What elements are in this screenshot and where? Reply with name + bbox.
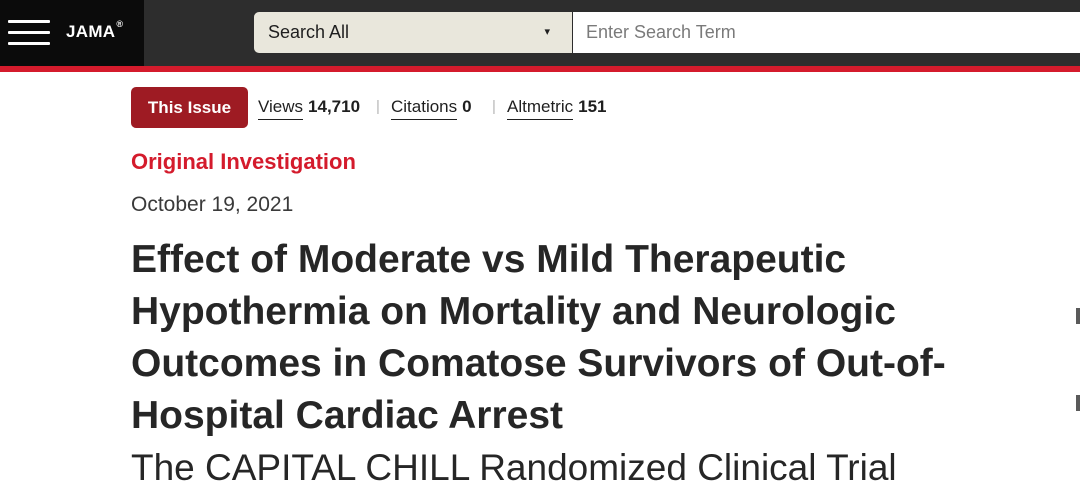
citations-value: 0 (462, 97, 472, 116)
altmetric-metric[interactable]: Altmetric 151 (507, 97, 607, 120)
caret-down-icon: ▾ (544, 26, 550, 38)
article-type-link[interactable]: Original Investigation (131, 149, 356, 175)
altmetric-label[interactable]: Altmetric (507, 97, 574, 120)
search-scope-select[interactable]: Search All ▾ (254, 12, 572, 53)
this-issue-button[interactable]: This Issue (131, 87, 248, 128)
citations-label[interactable]: Citations (391, 97, 458, 120)
scrollbar-marker (1076, 395, 1080, 411)
views-value: 14,710 (308, 97, 361, 116)
header-accent-line (0, 66, 1080, 72)
views-label[interactable]: Views (258, 97, 304, 120)
logo-text: JAMA (66, 22, 116, 41)
article-subtitle: The CAPITAL CHILL Randomized Clinical Tr… (131, 447, 897, 488)
registered-mark: ® (116, 19, 124, 30)
jama-logo[interactable]: JAMA® (66, 19, 124, 42)
article-title: Effect of Moderate vs Mild Therapeutic H… (131, 238, 946, 437)
brand-area: JAMA® (0, 0, 144, 66)
scrollbar-marker (1076, 308, 1080, 324)
citations-metric[interactable]: Citations 0 (391, 97, 472, 120)
publication-date: October 19, 2021 (131, 193, 294, 216)
hamburger-menu-icon[interactable] (8, 18, 50, 48)
search-input[interactable] (573, 12, 1080, 53)
search-scope-label: Search All (268, 22, 350, 42)
metric-separator: | (376, 98, 380, 115)
views-metric[interactable]: Views 14,710 (258, 97, 361, 120)
metric-separator: | (492, 98, 496, 115)
altmetric-value: 151 (578, 97, 607, 116)
